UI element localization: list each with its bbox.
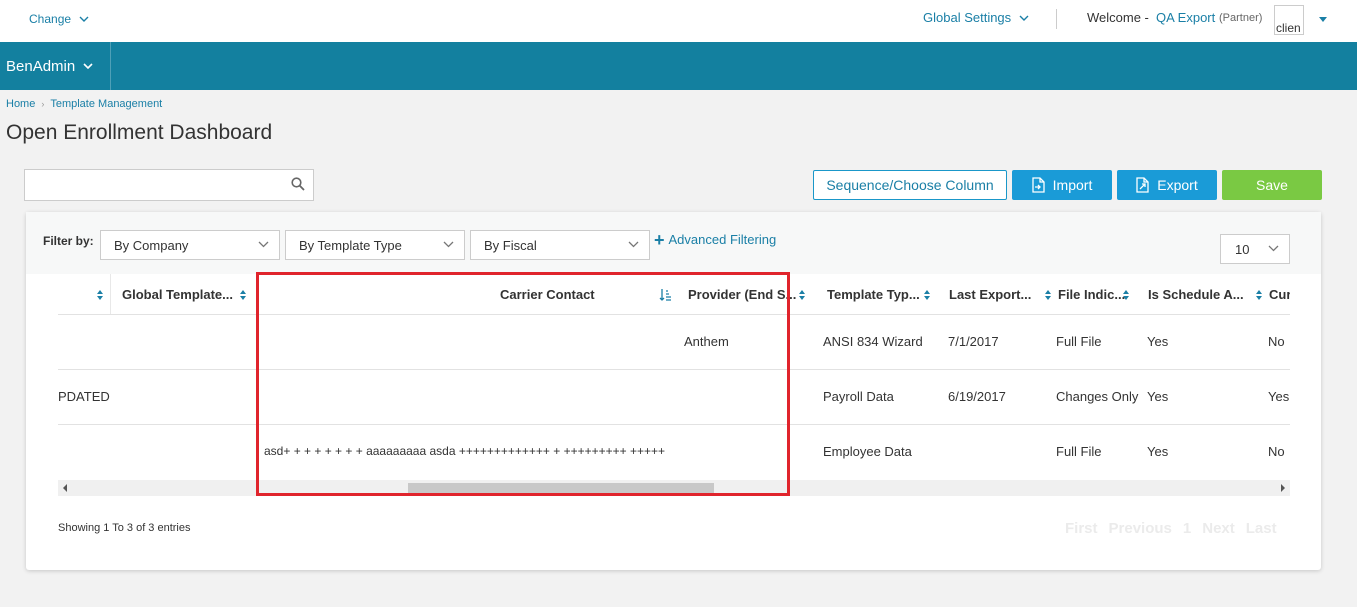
chevron-down-icon xyxy=(443,241,454,248)
sort-icon[interactable] xyxy=(239,289,247,301)
breadcrumb-home[interactable]: Home xyxy=(6,98,35,110)
export-label: Export xyxy=(1157,177,1198,193)
cell-is-schedule: Yes xyxy=(1147,389,1169,404)
sort-icon[interactable] xyxy=(96,289,104,301)
cell-current: Yes xyxy=(1268,389,1290,404)
breadcrumb-separator-icon: › xyxy=(41,99,45,109)
column-header-global-template[interactable]: Global Template... xyxy=(122,287,233,302)
filter-bar: Filter by: By Company By Template Type B… xyxy=(26,212,1321,274)
pagination-last[interactable]: Last xyxy=(1246,520,1277,537)
sort-icon[interactable] xyxy=(1122,289,1130,301)
change-dropdown[interactable]: Change xyxy=(29,12,89,26)
fiscal-filter-select[interactable]: By Fiscal xyxy=(470,230,650,260)
client-logo[interactable]: clien xyxy=(1274,5,1304,35)
sort-icon[interactable] xyxy=(923,289,931,301)
cell-template-type: ANSI 834 Wizard xyxy=(823,334,923,349)
entries-info: Showing 1 To 3 of 3 entries xyxy=(58,522,191,534)
welcome-text: Welcome - xyxy=(1087,10,1149,25)
company-filter-select[interactable]: By Company xyxy=(100,230,280,260)
client-logo-text: clien xyxy=(1276,21,1301,35)
global-settings-dropdown[interactable]: Global Settings xyxy=(923,10,1029,25)
cell-current: No xyxy=(1268,444,1285,459)
page-size-select[interactable]: 10 xyxy=(1220,234,1290,264)
chevron-down-icon xyxy=(1268,245,1279,252)
chevron-down-icon xyxy=(83,63,93,69)
filter-label: Filter by: xyxy=(43,234,94,248)
top-bar: Change Global Settings Welcome - QA Expo… xyxy=(0,0,1357,42)
fiscal-filter-value: By Fiscal xyxy=(484,237,537,253)
pagination-first[interactable]: First xyxy=(1065,520,1098,537)
chevron-down-icon xyxy=(1019,15,1029,21)
cell-template-type: Payroll Data xyxy=(823,389,894,404)
save-label: Save xyxy=(1256,177,1288,193)
cell-is-schedule: Yes xyxy=(1147,444,1169,459)
plus-icon: + xyxy=(654,229,665,250)
main-nav: BenAdmin xyxy=(0,42,1357,90)
template-type-filter-select[interactable]: By Template Type xyxy=(285,230,465,260)
cell-file-indicator: Full File xyxy=(1056,334,1102,349)
sequence-label: Sequence/Choose Column xyxy=(826,177,994,193)
advanced-filtering-label: Advanced Filtering xyxy=(668,232,777,247)
pagination-page[interactable]: 1 xyxy=(1183,520,1191,537)
chevron-down-icon xyxy=(628,241,639,248)
cell-template-type: Employee Data xyxy=(823,444,912,459)
cell-is-schedule: Yes xyxy=(1147,334,1169,349)
cell-file-indicator: Changes Only xyxy=(1056,389,1139,404)
file-import-icon xyxy=(1032,177,1045,193)
advanced-filtering-link[interactable]: + Advanced Filtering xyxy=(654,229,777,250)
template-type-filter-value: By Template Type xyxy=(299,237,402,253)
sort-icon[interactable] xyxy=(798,289,806,301)
search-icon[interactable] xyxy=(291,177,305,191)
chevron-down-icon xyxy=(258,241,269,248)
cell-last-export: 7/1/2017 xyxy=(948,334,999,349)
user-menu-caret-icon[interactable] xyxy=(1319,17,1327,22)
cell-file-indicator: Full File xyxy=(1056,444,1102,459)
chevron-down-icon xyxy=(79,16,89,22)
column-header-template-type[interactable]: Template Typ... xyxy=(827,287,920,302)
app-switcher[interactable]: BenAdmin xyxy=(0,42,111,90)
page-title: Open Enrollment Dashboard xyxy=(6,121,273,144)
sequence-choose-column-button[interactable]: Sequence/Choose Column xyxy=(813,170,1007,200)
divider xyxy=(1056,9,1057,29)
breadcrumb-current[interactable]: Template Management xyxy=(50,98,162,110)
user-link[interactable]: QA Export xyxy=(1156,10,1215,25)
sort-icon[interactable] xyxy=(1044,289,1052,301)
page-size-value: 10 xyxy=(1235,241,1250,257)
breadcrumb: Home › Template Management xyxy=(6,98,162,110)
user-role: (Partner) xyxy=(1219,12,1263,24)
search-box xyxy=(24,169,314,201)
global-settings-label: Global Settings xyxy=(923,10,1012,25)
sort-icon[interactable] xyxy=(1255,289,1263,301)
search-input[interactable] xyxy=(25,170,280,200)
scroll-right-icon[interactable] xyxy=(1281,484,1285,492)
cell-name: PDATED xyxy=(58,389,110,404)
export-button[interactable]: Export xyxy=(1117,170,1217,200)
pagination: First Previous 1 Next Last xyxy=(1065,520,1277,537)
pagination-next[interactable]: Next xyxy=(1202,520,1235,537)
pagination-previous[interactable]: Previous xyxy=(1109,520,1172,537)
column-header-current[interactable]: Cur xyxy=(1269,287,1290,302)
import-button[interactable]: Import xyxy=(1012,170,1112,200)
column-header-last-export[interactable]: Last Export... xyxy=(949,287,1031,302)
column-header-file-indicator[interactable]: File Indic... xyxy=(1058,287,1125,302)
cell-last-export: 6/19/2017 xyxy=(948,389,1006,404)
company-filter-value: By Company xyxy=(114,237,189,253)
annotation-highlight-box xyxy=(256,272,790,496)
save-button[interactable]: Save xyxy=(1222,170,1322,200)
column-header-is-schedule[interactable]: Is Schedule A... xyxy=(1148,287,1244,302)
import-label: Import xyxy=(1052,177,1093,193)
scroll-left-icon[interactable] xyxy=(63,484,67,492)
cell-current: No xyxy=(1268,334,1285,349)
app-label: BenAdmin xyxy=(6,57,76,75)
change-label: Change xyxy=(29,12,72,26)
file-export-icon xyxy=(1136,177,1149,193)
column-divider xyxy=(110,274,111,314)
